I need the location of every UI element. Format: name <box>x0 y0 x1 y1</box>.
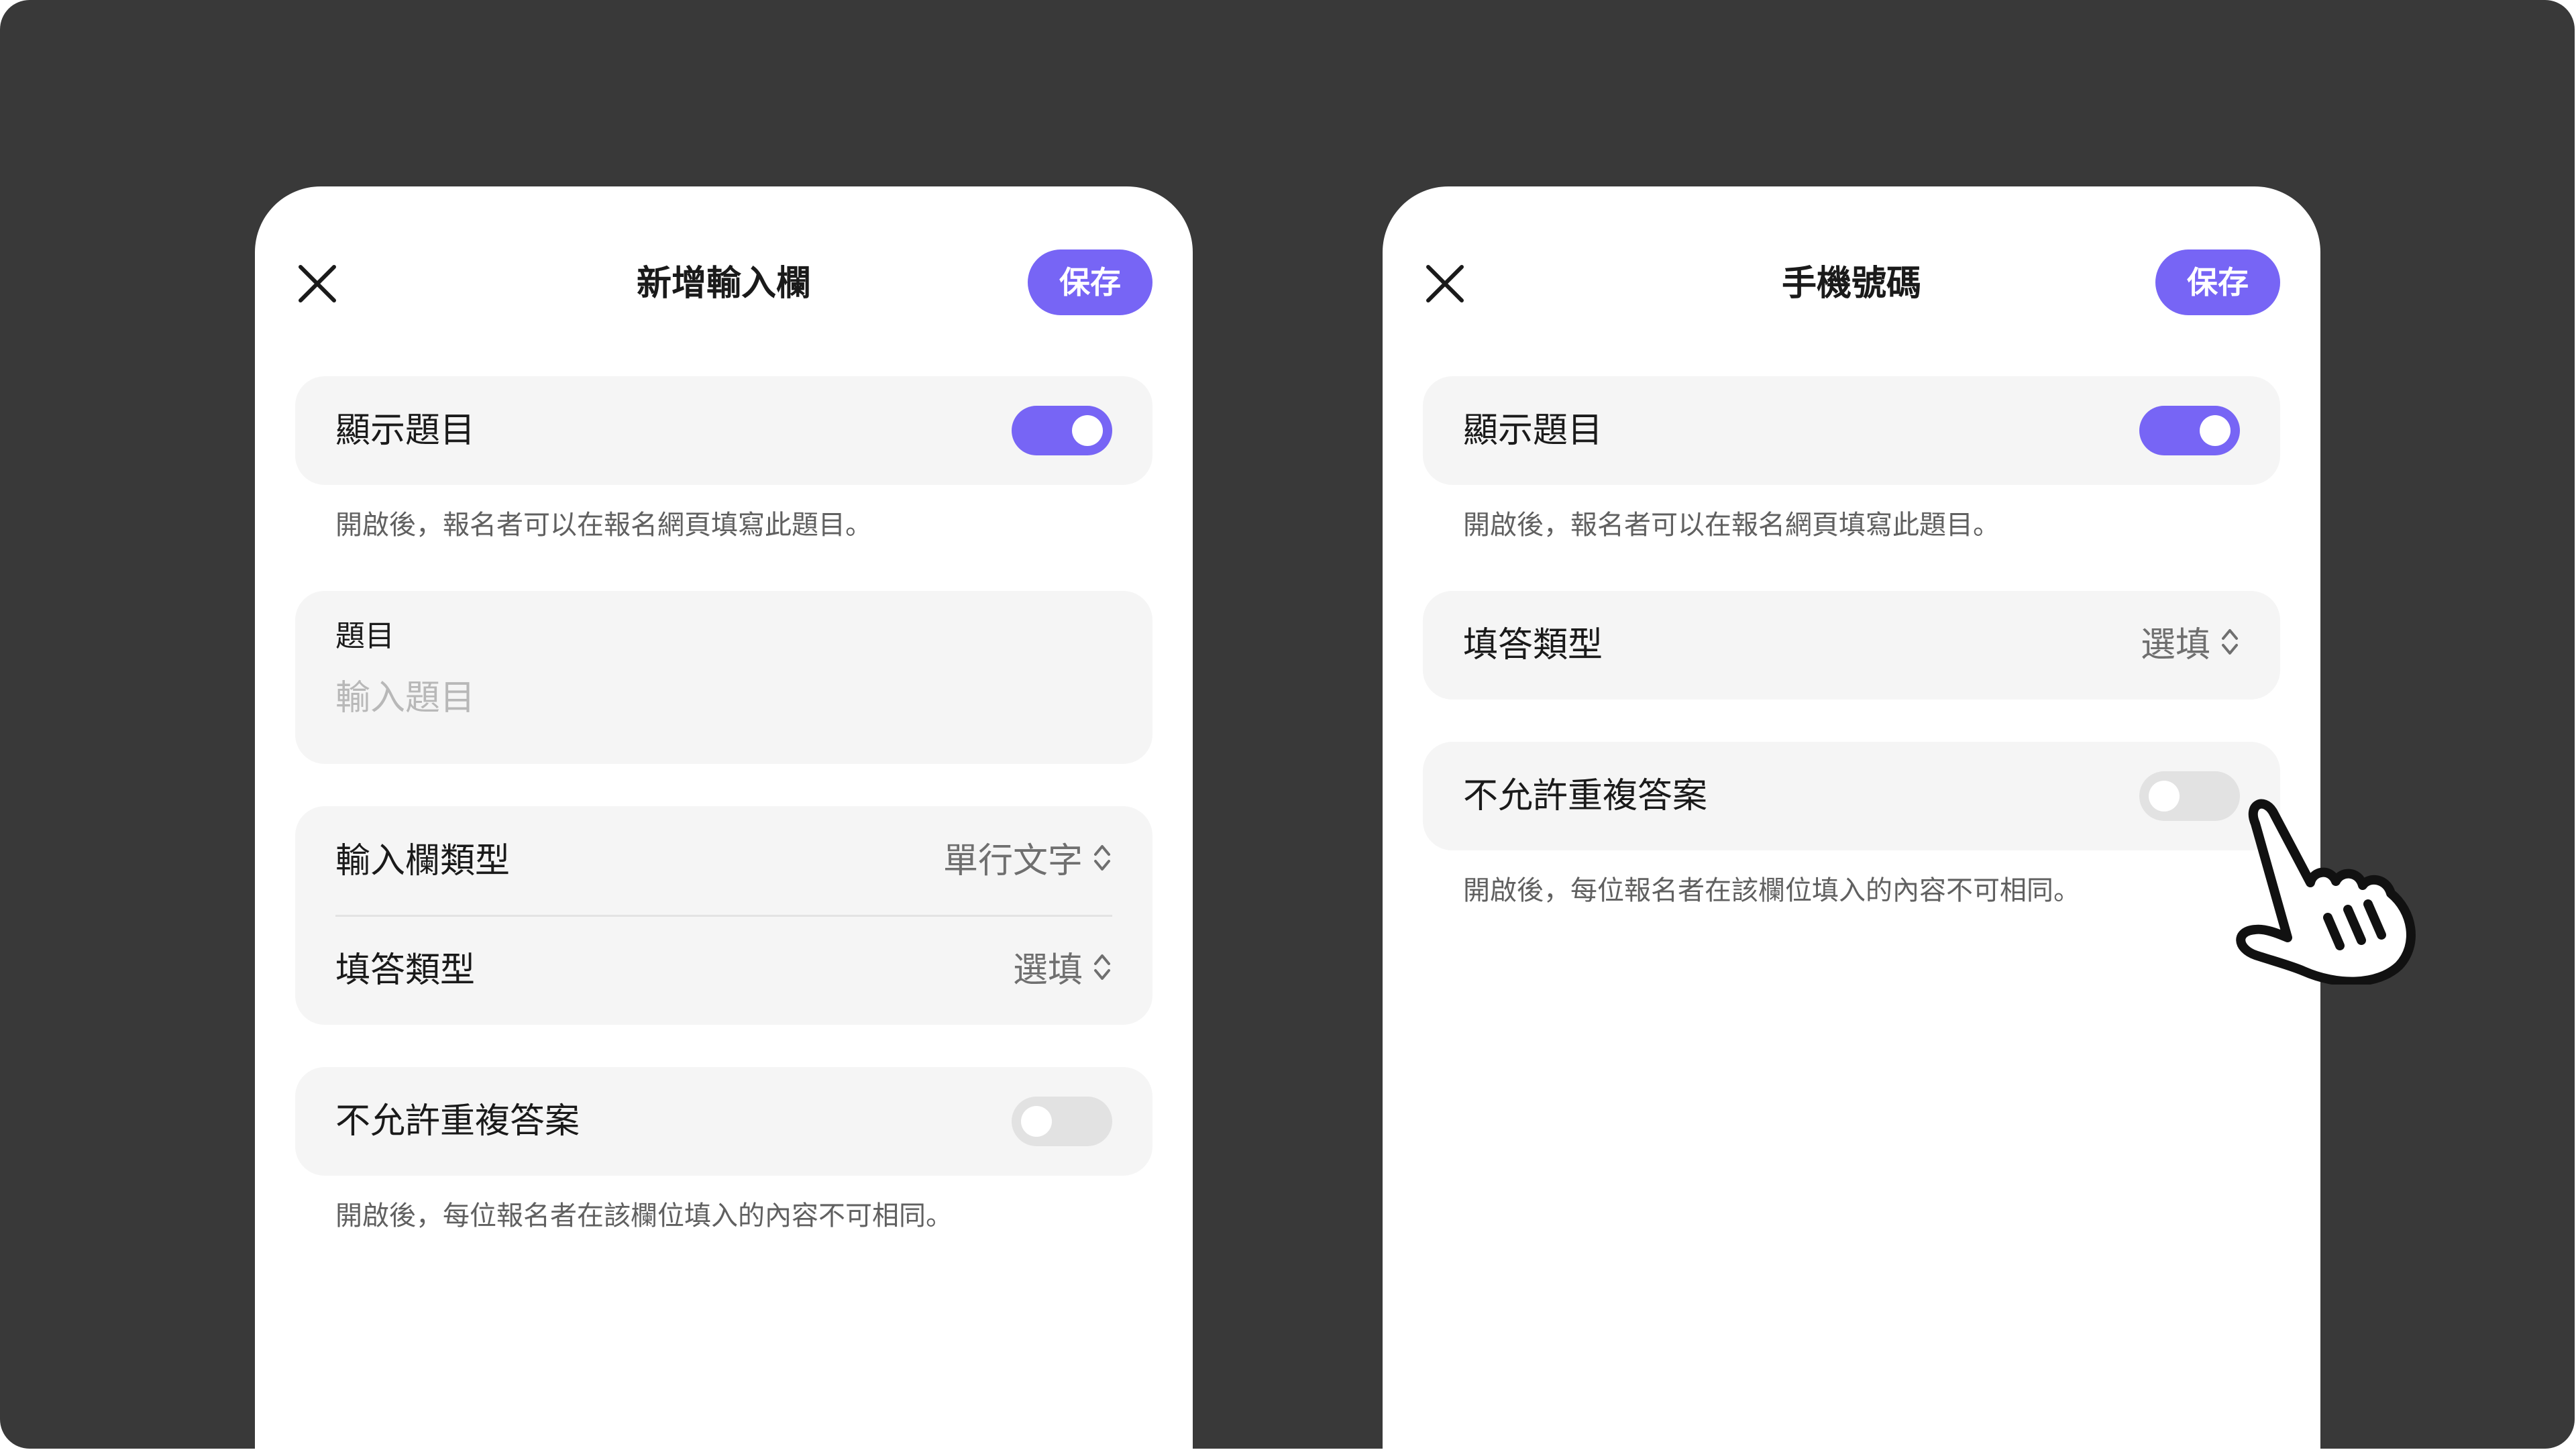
show-question-toggle[interactable] <box>2139 406 2240 455</box>
type-settings-card: 輸入欄類型 單行文字 填答類型 選填 <box>295 806 1152 1025</box>
show-question-toggle[interactable] <box>1012 406 1112 455</box>
no-duplicate-toggle[interactable] <box>1012 1097 1112 1146</box>
answer-type-label: 填答類型 <box>335 950 476 991</box>
input-type-label: 輸入欄類型 <box>335 841 511 881</box>
toggle-knob <box>2200 415 2231 446</box>
answer-type-card: 填答類型 選填 <box>1423 591 2280 700</box>
toggle-knob <box>1021 1106 1052 1137</box>
question-input[interactable] <box>335 675 1073 722</box>
input-type-value: 單行文字 <box>943 841 1083 881</box>
question-label: 題目 <box>335 619 394 653</box>
hand-pointer-icon <box>2236 799 2416 985</box>
no-duplicate-label: 不允許重複答案 <box>335 1101 580 1141</box>
answer-type-select[interactable]: 選填 <box>1013 947 1112 996</box>
toggle-knob <box>1072 415 1103 446</box>
no-duplicate-help: 開啟後，每位報名者在該欄位填入的內容不可相同。 <box>1463 875 2080 906</box>
no-duplicate-card: 不允許重複答案 <box>295 1067 1152 1176</box>
show-question-card: 顯示題目 <box>1423 376 2280 485</box>
no-duplicate-card: 不允許重複答案 <box>1423 742 2280 850</box>
no-duplicate-help: 開啟後，每位報名者在該欄位填入的內容不可相同。 <box>335 1201 953 1231</box>
show-question-card: 顯示題目 <box>295 376 1152 485</box>
question-card: 題目 <box>295 591 1152 764</box>
answer-type-label: 填答類型 <box>1463 625 1603 665</box>
show-question-label: 顯示題目 <box>1463 410 1603 451</box>
show-question-help: 開啟後，報名者可以在報名網頁填寫此題目。 <box>1463 510 2000 541</box>
show-question-help: 開啟後，報名者可以在報名網頁填寫此題目。 <box>335 510 872 541</box>
input-type-select[interactable]: 單行文字 <box>943 838 1112 887</box>
save-button[interactable]: 保存 <box>1028 249 1152 315</box>
chevron-up-down-icon <box>1092 949 1112 996</box>
answer-type-value: 選填 <box>2140 625 2210 665</box>
chevron-up-down-icon <box>1092 840 1112 887</box>
show-question-label: 顯示題目 <box>335 410 476 451</box>
phone-number-sheet: 手機號碼 保存 顯示題目 開啟後，報名者可以在報名網頁填寫此題目。 填答類型 選… <box>1383 186 2320 1450</box>
toggle-knob <box>2149 781 2180 812</box>
divider <box>335 915 1112 917</box>
chevron-up-down-icon <box>2220 624 2240 671</box>
answer-type-select[interactable]: 選填 <box>2141 622 2240 671</box>
new-field-sheet: 新增輸入欄 保存 顯示題目 開啟後，報名者可以在報名網頁填寫此題目。 題目 輸入… <box>255 186 1193 1450</box>
answer-type-value: 選填 <box>1012 950 1083 991</box>
no-duplicate-label: 不允許重複答案 <box>1463 776 1708 816</box>
save-button[interactable]: 保存 <box>2155 249 2280 315</box>
